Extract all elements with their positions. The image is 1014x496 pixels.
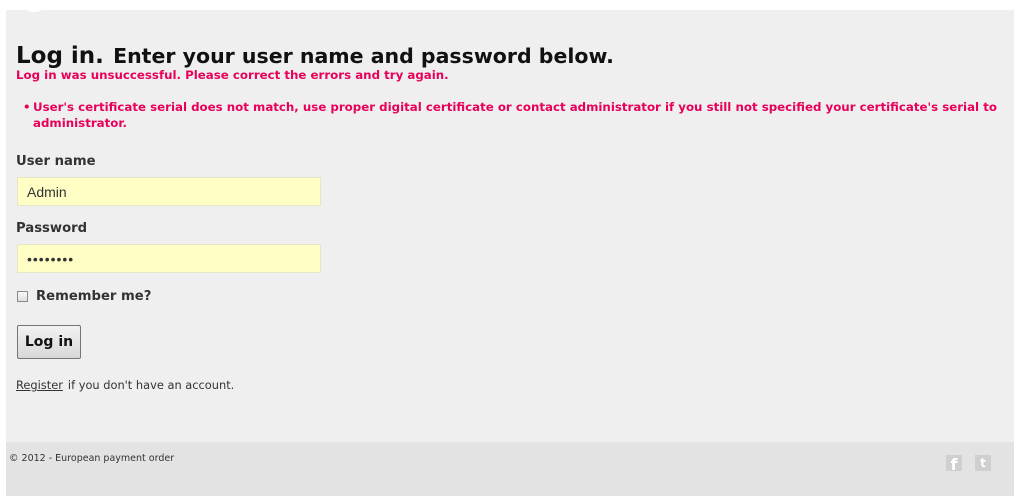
- user-name-label: User name: [16, 154, 96, 169]
- password-input[interactable]: [17, 244, 321, 273]
- copyright-text: © 2012 - European payment order: [9, 453, 175, 464]
- facebook-icon[interactable]: f: [946, 455, 962, 471]
- validation-error-list: • User's certificate serial does not mat…: [16, 99, 1014, 131]
- page-title-strong: Log in.: [16, 42, 104, 69]
- remember-me-checkbox[interactable]: [17, 291, 28, 302]
- user-name-input[interactable]: [17, 177, 321, 206]
- login-panel: Log in. Enter your user name and passwor…: [6, 10, 1014, 442]
- twitter-icon[interactable]: t: [975, 455, 991, 471]
- login-page: Log in. Enter your user name and passwor…: [0, 0, 1014, 496]
- register-link[interactable]: Register: [16, 378, 63, 392]
- page-title: Log in. Enter your user name and passwor…: [16, 42, 614, 70]
- error-bullet-icon: •: [23, 100, 31, 114]
- login-button[interactable]: Log in: [17, 325, 81, 359]
- validation-summary-message: Log in was unsuccessful. Please correct …: [16, 68, 449, 82]
- register-suffix: if you don't have an account.: [67, 378, 235, 392]
- page-footer: © 2012 - European payment order f t: [6, 442, 1014, 496]
- page-title-instructions: Enter your user name and password below.: [113, 43, 614, 68]
- register-prompt: Register if you don't have an account.: [16, 377, 234, 393]
- validation-error-text: User's certificate serial does not match…: [33, 100, 997, 130]
- password-label: Password: [16, 221, 88, 236]
- remember-me-label[interactable]: Remember me?: [36, 288, 151, 306]
- validation-error-item: • User's certificate serial does not mat…: [16, 99, 1014, 131]
